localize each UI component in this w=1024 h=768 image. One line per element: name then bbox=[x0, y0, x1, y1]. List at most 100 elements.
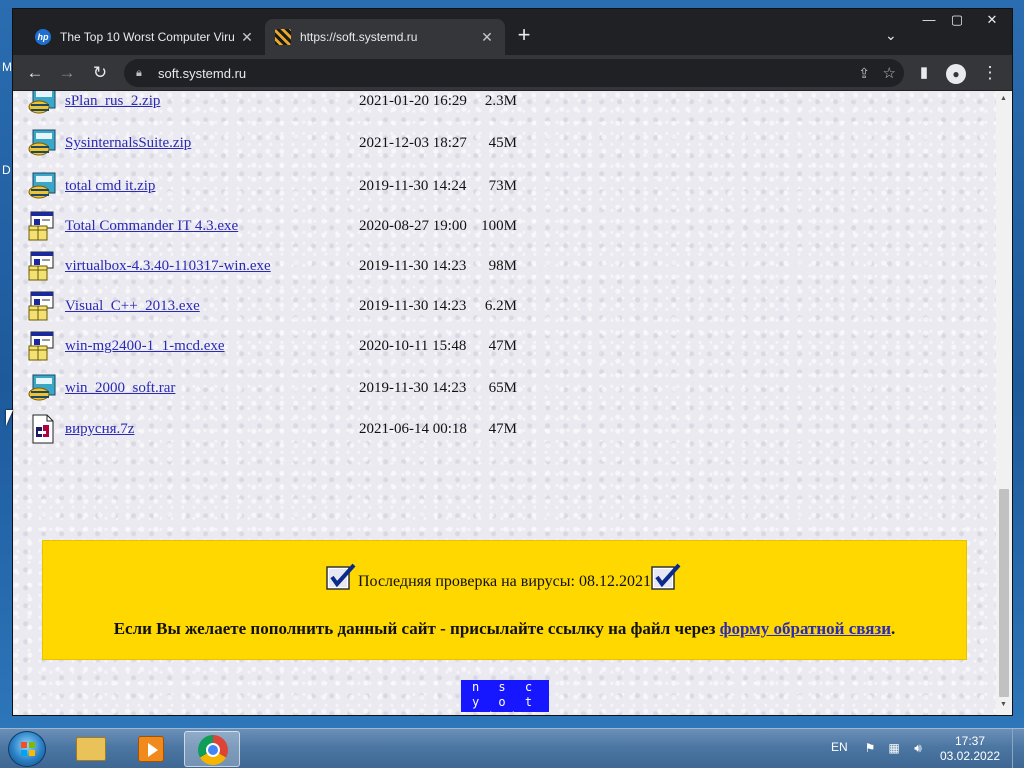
file-date: 2019-11-30 14:24 bbox=[359, 178, 467, 194]
file-link[interactable]: win-mg2400-1_1-mcd.exe bbox=[65, 338, 225, 355]
file-size: 2.3M bbox=[484, 93, 517, 109]
file-date: 2021-12-03 18:27 bbox=[359, 135, 467, 151]
desktop-icon-label-fragment: M bbox=[2, 60, 12, 74]
zip-archive-icon[interactable] bbox=[27, 372, 59, 404]
windows-logo-icon bbox=[21, 742, 35, 756]
feedback-form-link[interactable]: форму обратной связи bbox=[720, 619, 891, 638]
file-size: 65M bbox=[488, 380, 517, 396]
file-link[interactable]: Visual_C++_2013.exe bbox=[65, 298, 200, 315]
visitor-counter[interactable]: n s c y o t d b bbox=[461, 680, 549, 712]
reload-icon[interactable]: ↻ bbox=[88, 61, 112, 85]
zip-archive-icon[interactable] bbox=[27, 91, 59, 117]
installer-exe-icon[interactable] bbox=[27, 210, 59, 242]
file-link[interactable]: Total Commander IT 4.3.exe bbox=[65, 218, 238, 235]
action-center-flag-icon[interactable]: ⚑ bbox=[862, 741, 878, 757]
taskbar-chrome-button[interactable] bbox=[184, 731, 240, 767]
taskbar-explorer-button[interactable] bbox=[62, 731, 118, 767]
file-link[interactable]: вирусня.7z bbox=[65, 421, 134, 438]
installer-exe-icon[interactable] bbox=[27, 290, 59, 322]
zip-archive-icon[interactable] bbox=[27, 170, 59, 202]
striped-favicon-icon bbox=[275, 29, 291, 45]
virus-check-text: Последняя проверка на вирусы: 08.12.2021 bbox=[358, 573, 651, 590]
share-icon[interactable]: ⇪ bbox=[858, 65, 870, 82]
scroll-up-arrow-icon[interactable]: ▲ bbox=[1000, 95, 1008, 102]
file-date: 2020-10-11 15:48 bbox=[359, 338, 467, 354]
file-date: 2020-08-27 19:00 bbox=[359, 218, 467, 234]
maximize-button[interactable]: ▢ bbox=[943, 11, 971, 31]
file-row: sPlan_rus_2.zip 2021-01-20 16:29 2.3M bbox=[13, 91, 613, 121]
installer-exe-icon[interactable] bbox=[27, 330, 59, 362]
scroll-down-arrow-icon[interactable]: ▼ bbox=[1000, 701, 1008, 708]
language-indicator[interactable]: EN bbox=[831, 740, 848, 754]
back-arrow-icon[interactable]: ← bbox=[23, 61, 47, 85]
start-button[interactable] bbox=[8, 731, 46, 767]
minimize-button[interactable]: — bbox=[915, 11, 943, 31]
side-panel-icon[interactable]: ▮ bbox=[912, 61, 936, 85]
file-size: 47M bbox=[488, 421, 517, 437]
file-row: win-mg2400-1_1-mcd.exe 2020-10-11 15:48 47… bbox=[13, 330, 613, 366]
bookmark-star-icon[interactable]: ☆ bbox=[883, 64, 896, 82]
file-link[interactable]: SysinternalsSuite.zip bbox=[65, 135, 191, 152]
zip-archive-icon[interactable] bbox=[27, 127, 59, 159]
file-row: Visual_C++_2013.exe 2019-11-30 14:23 6.2M bbox=[13, 290, 613, 326]
file-size: 98M bbox=[488, 258, 517, 274]
clock-time: 17:37 bbox=[954, 734, 986, 748]
file-date: 2019-11-30 14:23 bbox=[359, 380, 467, 396]
submit-info-suffix: . bbox=[891, 619, 896, 638]
close-icon[interactable]: ✕ bbox=[479, 29, 495, 46]
hp-favicon-icon: hp bbox=[35, 29, 51, 45]
forward-arrow-icon[interactable]: → bbox=[55, 61, 79, 85]
media-player-icon bbox=[138, 736, 164, 762]
volume-icon[interactable]: 🔊︎ bbox=[910, 741, 926, 757]
taskbar-media-player-button[interactable] bbox=[122, 731, 178, 767]
tab-title: The Top 10 Worst Computer Viru bbox=[60, 30, 235, 44]
tab-strip: hp The Top 10 Worst Computer Viru ✕ http… bbox=[13, 9, 1012, 55]
file-size: 100M bbox=[481, 218, 517, 234]
chrome-icon bbox=[198, 735, 228, 765]
tab-soft-systemd[interactable]: https://soft.systemd.ru ✕ bbox=[265, 19, 505, 55]
virus-check-line: Последняя проверка на вирусы: 08.12.2021 bbox=[43, 563, 966, 591]
browser-window: hp The Top 10 Worst Computer Viru ✕ http… bbox=[12, 8, 1013, 716]
installer-exe-icon[interactable] bbox=[27, 250, 59, 282]
close-icon[interactable]: ✕ bbox=[239, 29, 255, 46]
page-content: sPlan_rus_2.zip 2021-01-20 16:29 2.3M Sysin… bbox=[13, 91, 996, 715]
file-link[interactable]: sPlan_rus_2.zip bbox=[65, 93, 160, 110]
scrollbar-thumb[interactable] bbox=[999, 489, 1009, 697]
submit-info-text: Если Вы желаете пополнить данный сайт - … bbox=[113, 619, 720, 638]
mouse-cursor-icon bbox=[6, 410, 13, 426]
browser-toolbar: ← → ↻ 🔒︎ soft.systemd.ru ⇪ ☆ ▮ ● ⋮ bbox=[13, 55, 1012, 91]
network-icon[interactable]: ▦ bbox=[886, 741, 902, 757]
taskbar: EN ⚑ ▦ 🔊︎ 17:37 03.02.2022 bbox=[0, 728, 1024, 768]
file-size: 6.2M bbox=[484, 298, 517, 314]
file-row: virtualbox-4.3.40-110317-win.exe 2019-11-… bbox=[13, 250, 613, 286]
checkbox-check-icon bbox=[326, 563, 356, 590]
folder-icon bbox=[76, 737, 106, 761]
show-desktop-button[interactable] bbox=[1012, 729, 1024, 768]
file-size: 47M bbox=[488, 338, 517, 354]
file-row: вирусня.7z 2021-06-14 00:18 47M bbox=[13, 413, 613, 449]
file-link[interactable]: win_2000_soft.rar bbox=[65, 380, 175, 397]
system-clock[interactable]: 17:37 03.02.2022 bbox=[940, 734, 1000, 764]
kebab-menu-icon[interactable]: ⋮ bbox=[978, 61, 1002, 85]
vertical-scrollbar[interactable]: ▲ ▼ bbox=[996, 91, 1012, 715]
new-tab-button[interactable]: + bbox=[513, 24, 535, 47]
binary-file-icon[interactable] bbox=[27, 413, 59, 445]
file-date: 2021-06-14 00:18 bbox=[359, 421, 467, 437]
window-close-button[interactable]: ✕ bbox=[975, 11, 1009, 31]
chevron-down-icon[interactable]: ⌄ bbox=[885, 27, 897, 44]
address-url[interactable]: soft.systemd.ru bbox=[158, 66, 246, 81]
desktop-icon-label-fragment: D bbox=[2, 163, 11, 177]
tab-worst-viruses[interactable]: hp The Top 10 Worst Computer Viru ✕ bbox=[25, 19, 265, 55]
address-bar[interactable]: 🔒︎ soft.systemd.ru ⇪ ☆ bbox=[124, 59, 904, 87]
info-banner: Последняя проверка на вирусы: 08.12.2021… bbox=[42, 540, 967, 660]
file-size: 45M bbox=[488, 135, 517, 151]
profile-avatar-icon[interactable]: ● bbox=[944, 61, 968, 85]
file-link[interactable]: total cmd it.zip bbox=[65, 178, 155, 195]
clock-date: 03.02.2022 bbox=[940, 749, 1001, 763]
file-link[interactable]: virtualbox-4.3.40-110317-win.exe bbox=[65, 258, 271, 275]
tab-title: https://soft.systemd.ru bbox=[300, 30, 418, 44]
file-date: 2019-11-30 14:23 bbox=[359, 298, 467, 314]
file-date: 2021-01-20 16:29 bbox=[359, 93, 467, 109]
lock-icon[interactable]: 🔒︎ bbox=[136, 67, 148, 80]
file-row: Total Commander IT 4.3.exe 2020-08-27 19:… bbox=[13, 210, 613, 246]
